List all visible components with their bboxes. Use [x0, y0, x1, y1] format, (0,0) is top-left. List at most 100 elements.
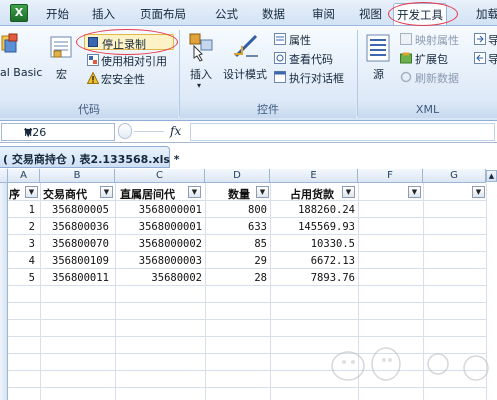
gridline: [8, 319, 486, 320]
group-label-controls: 控件: [180, 102, 356, 118]
tab-home[interactable]: 开始: [46, 6, 69, 22]
header-cell-occupied-payment[interactable]: 占用货款: [290, 186, 342, 202]
design-mode-icon: [234, 34, 258, 58]
cell-occupied-payment[interactable]: 6672.13: [270, 255, 355, 267]
column-header-d[interactable]: D: [205, 169, 270, 183]
column-header-f[interactable]: F: [358, 169, 423, 183]
view-code-icon: [274, 52, 286, 64]
cell-trader-code[interactable]: 356800011: [52, 272, 109, 284]
gridline: [40, 183, 41, 400]
cell-broker-code[interactable]: 3568000002: [115, 238, 202, 250]
insert-function-icon[interactable]: fx: [170, 124, 181, 138]
filter-dropdown-icon[interactable]: ▼: [256, 186, 269, 198]
column-header-a[interactable]: A: [8, 169, 40, 183]
filter-dropdown-icon[interactable]: ▼: [472, 186, 485, 198]
tab-view[interactable]: 视图: [359, 6, 382, 22]
filter-dropdown-icon[interactable]: ▼: [100, 186, 113, 198]
design-mode-button[interactable]: 设计模式: [223, 66, 267, 82]
header-cell-trader-code[interactable]: 交易商代: [43, 186, 100, 202]
filter-active-icon[interactable]: ▼: [342, 186, 355, 198]
cell-seq[interactable]: 4: [8, 255, 35, 267]
tab-insert[interactable]: 插入: [92, 6, 115, 22]
tab-page-layout[interactable]: 页面布局: [140, 6, 186, 22]
filter-dropdown-icon[interactable]: ▼: [25, 186, 38, 198]
header-cell-broker-code[interactable]: 直属居间代: [120, 186, 188, 202]
insert-dropdown-icon[interactable]: ▾: [197, 81, 201, 90]
refresh-data-button[interactable]: 刷新数据: [415, 70, 459, 86]
formula-expand-icon[interactable]: [118, 123, 132, 139]
cell-occupied-payment[interactable]: 145569.93: [270, 221, 355, 233]
properties-icon: [274, 33, 286, 45]
formula-controls: fx: [118, 123, 188, 141]
filter-dropdown-icon[interactable]: ▼: [408, 186, 421, 198]
ribbon-panel: al Basic 宏 停止录制 使用相对引用 宏安全性 代码 插入 ▾ 设计模式…: [0, 26, 497, 121]
tab-formulas[interactable]: 公式: [215, 6, 238, 22]
column-header-c[interactable]: C: [115, 169, 205, 183]
cell-trader-code[interactable]: 356800005: [52, 204, 109, 216]
export-icon: [474, 52, 486, 64]
cell-quantity[interactable]: 85: [205, 238, 267, 250]
cell-seq[interactable]: 5: [8, 272, 35, 284]
cell-occupied-payment[interactable]: 188260.24: [270, 204, 355, 216]
gridline: [8, 217, 486, 218]
name-box[interactable]: H26 ▼: [1, 123, 115, 141]
macro-icon: [50, 36, 72, 58]
visual-basic-button[interactable]: al Basic: [0, 66, 42, 79]
stop-recording-label: 停止录制: [102, 38, 146, 51]
column-header-g[interactable]: G: [423, 169, 486, 183]
cell-trader-code[interactable]: 356800109: [52, 255, 109, 267]
cell-broker-code[interactable]: 3568000001: [115, 204, 202, 216]
xml-source-button[interactable]: 源: [373, 66, 384, 82]
group-label-code: 代码: [0, 102, 178, 118]
chevron-down-icon[interactable]: ▼: [24, 126, 32, 139]
cell-seq[interactable]: 3: [8, 238, 35, 250]
properties-button[interactable]: 属性: [289, 32, 311, 48]
gridline: [8, 268, 486, 269]
insert-controls-icon: [189, 33, 213, 62]
header-cell-quantity[interactable]: 数量: [228, 186, 258, 202]
column-header-e[interactable]: E: [270, 169, 358, 183]
import-icon: [474, 33, 486, 45]
formula-input[interactable]: [190, 123, 495, 141]
select-all-corner[interactable]: [0, 169, 8, 183]
cell-occupied-payment[interactable]: 7893.76: [270, 272, 355, 284]
view-code-button[interactable]: 查看代码: [289, 51, 333, 67]
tab-review[interactable]: 审阅: [312, 6, 335, 22]
cell-broker-code[interactable]: 3568000003: [115, 255, 202, 267]
filter-dropdown-icon[interactable]: ▼: [188, 186, 201, 198]
cell-occupied-payment[interactable]: 10330.5: [270, 238, 355, 250]
cell-seq[interactable]: 2: [8, 221, 35, 233]
gridline: [8, 336, 486, 337]
cell-quantity[interactable]: 633: [205, 221, 267, 233]
export-button[interactable]: 导: [488, 51, 497, 67]
relative-reference-button[interactable]: 使用相对引用: [101, 53, 167, 69]
map-properties-button[interactable]: 映射属性: [415, 32, 459, 48]
cell-quantity[interactable]: 28: [205, 272, 267, 284]
cell-seq[interactable]: 1: [8, 204, 35, 216]
cell-broker-code[interactable]: 3568000001: [115, 221, 202, 233]
formula-bar: H26 ▼ fx: [0, 121, 497, 143]
stop-recording-button[interactable]: 停止录制: [84, 34, 174, 51]
insert-controls-button[interactable]: 插入: [190, 66, 212, 82]
gridline: [8, 302, 486, 303]
row-header-strip[interactable]: [0, 183, 8, 400]
excel-logo-icon[interactable]: X: [10, 4, 28, 22]
run-dialog-button[interactable]: 执行对话框: [289, 70, 344, 86]
import-button[interactable]: 导: [488, 32, 497, 48]
tab-data[interactable]: 数据: [262, 6, 285, 22]
cell-broker-code[interactable]: 35680002: [115, 272, 202, 284]
macro-button[interactable]: 宏: [56, 66, 67, 82]
workbook-tab[interactable]: ( 交易商持仓 ) 表2.133568.xls *: [0, 146, 179, 168]
cell-quantity[interactable]: 29: [205, 255, 267, 267]
cell-quantity[interactable]: 800: [205, 204, 267, 216]
warning-icon: [87, 72, 99, 84]
gridline: [8, 251, 486, 252]
column-header-b[interactable]: B: [40, 169, 115, 183]
cell-trader-code[interactable]: 356800070: [52, 238, 109, 250]
tab-add-ins[interactable]: 加载: [476, 6, 497, 22]
scroll-up-arrow-icon[interactable]: ▲: [486, 170, 497, 182]
macro-security-button[interactable]: 宏安全性: [101, 71, 145, 87]
tab-developer[interactable]: 开发工具: [393, 3, 447, 25]
cell-trader-code[interactable]: 356800036: [52, 221, 109, 233]
expansion-pack-button[interactable]: 扩展包: [415, 51, 448, 67]
